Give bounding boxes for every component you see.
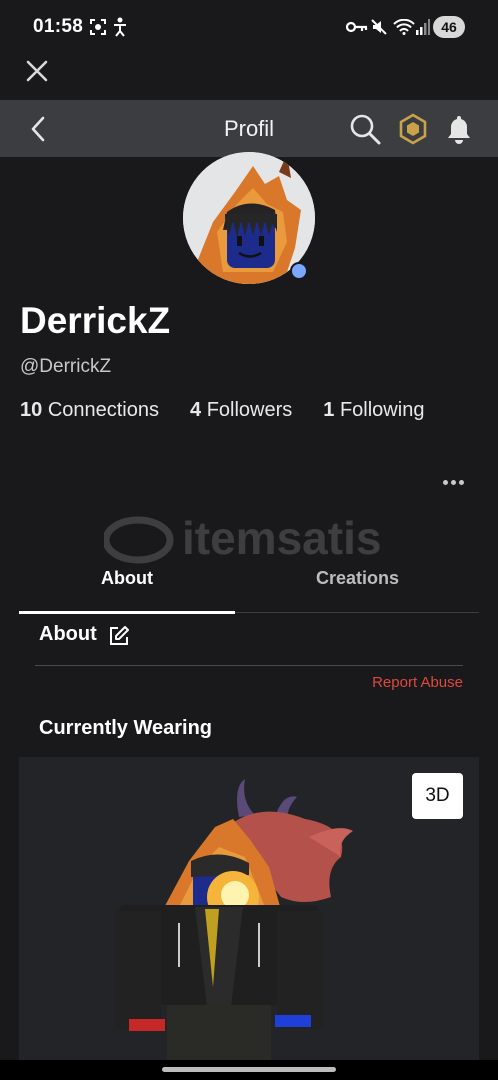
edit-icon [110, 626, 129, 645]
more-dot [442, 479, 448, 485]
screenshot-icon [88, 14, 108, 40]
top-header: Profil [0, 100, 498, 157]
close-icon [26, 60, 48, 82]
signal-icon [416, 14, 430, 40]
report-abuse-link[interactable]: Report Abuse [372, 674, 463, 691]
username: @DerrickZ [20, 356, 112, 377]
currently-wearing-heading: Currently Wearing [39, 717, 212, 739]
tab-creations[interactable]: Creations [316, 568, 399, 589]
search-icon [350, 114, 381, 145]
robux-button[interactable] [396, 112, 430, 146]
wifi-icon [393, 14, 415, 40]
close-button[interactable] [22, 56, 52, 86]
following-label: Following [339, 399, 425, 421]
about-divider [35, 665, 463, 666]
more-dot [458, 479, 464, 485]
display-name: DerrickZ [20, 300, 171, 341]
status-bar: 01:58 46 [0, 0, 498, 54]
key-icon [346, 14, 368, 40]
about-heading: About [39, 623, 97, 645]
active-tab-indicator [19, 611, 235, 614]
bell-icon [448, 116, 470, 144]
connections-count: 10 [20, 399, 43, 421]
online-status-dot [290, 262, 308, 280]
edit-about-button[interactable] [108, 625, 130, 647]
accessibility-icon [111, 14, 129, 40]
followers-count: 4 [190, 399, 202, 421]
followers-label: Followers [206, 399, 293, 421]
robux-icon [399, 113, 427, 145]
following-count: 1 [323, 399, 335, 421]
notifications-button[interactable] [442, 112, 476, 146]
followers-stat[interactable]: 4 Followers [190, 399, 292, 422]
view-3d-button[interactable]: 3D [412, 773, 463, 819]
avatar-3d-preview[interactable] [19, 757, 479, 1060]
mute-icon [369, 14, 389, 40]
connections-stat[interactable]: 10 Connections [20, 399, 159, 422]
battery-indicator: 46 [433, 16, 465, 38]
more-options-button[interactable] [438, 470, 468, 494]
home-indicator[interactable] [162, 1067, 336, 1072]
profile-stats: 10 Connections 4 Followers 1 Following [20, 399, 424, 422]
connections-label: Connections [47, 399, 159, 421]
watermark-text: itemsatis [182, 514, 381, 564]
tab-about[interactable]: About [101, 568, 153, 589]
search-button[interactable] [348, 112, 382, 146]
more-dot [450, 479, 456, 485]
following-stat[interactable]: 1 Following [323, 399, 424, 422]
status-time: 01:58 [33, 16, 84, 37]
watermark: itemsatis [102, 512, 400, 566]
